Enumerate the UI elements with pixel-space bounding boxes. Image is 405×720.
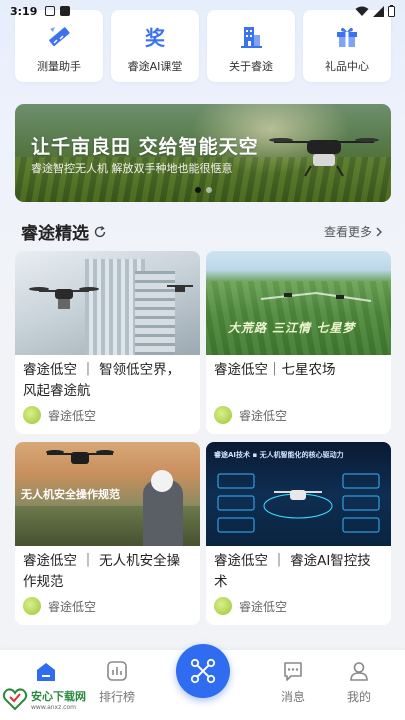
banner-pagination bbox=[195, 187, 212, 193]
nav-messages[interactable]: 消息 bbox=[268, 660, 318, 705]
site-watermark: 安心下载网 www.anxz.com bbox=[2, 686, 86, 712]
article-card[interactable]: 无人机安全操作规范 睿途低空 ｜ 无人机安全操作规范 睿途低空 bbox=[15, 442, 200, 625]
gift-icon bbox=[334, 24, 360, 50]
article-image: 大荒路 三江情 七星梦 bbox=[206, 251, 391, 355]
article-card[interactable]: 大荒路 三江情 七星梦 睿途低空｜七星农场 睿途低空 bbox=[206, 251, 391, 434]
article-card[interactable]: 睿途AI技术 ▪ 无人机智能化的核心驱动力 睿途低空 ｜ 睿途AI智控技术 睿途… bbox=[206, 442, 391, 625]
article-title: 睿途低空｜七星农场 bbox=[214, 362, 336, 378]
heart-logo-icon bbox=[2, 688, 28, 711]
author-avatar bbox=[214, 406, 232, 424]
building-icon bbox=[238, 24, 264, 50]
banner-dot[interactable] bbox=[195, 187, 201, 193]
nav-label: 我的 bbox=[346, 690, 371, 704]
chart-icon bbox=[107, 661, 127, 681]
message-icon bbox=[284, 662, 302, 681]
author-name: 睿途低空 bbox=[48, 599, 97, 614]
article-title: 睿途低空 ｜ 睿途AI智控技术 bbox=[214, 553, 371, 590]
nav-ranking[interactable]: 排行榜 bbox=[92, 660, 142, 705]
article-title: 睿途低空 ｜ 无人机安全操作规范 bbox=[23, 553, 181, 590]
author-avatar bbox=[23, 597, 41, 615]
nav-profile[interactable]: 我的 bbox=[334, 660, 384, 705]
article-image-caption: 睿途AI技术 ▪ 无人机智能化的核心驱动力 bbox=[214, 451, 344, 459]
drone-image bbox=[269, 138, 379, 177]
article-image bbox=[15, 251, 200, 355]
article-card[interactable]: 睿途低空 ｜ 智领低空界，风起睿途航 睿途低空 bbox=[15, 251, 200, 434]
drone-icon bbox=[190, 658, 216, 684]
drone-control-button[interactable] bbox=[176, 644, 230, 698]
banner-dot[interactable] bbox=[206, 187, 212, 193]
view-more-link[interactable]: 查看更多 bbox=[324, 223, 383, 240]
quick-item-label: 关于睿途 bbox=[229, 60, 273, 73]
award-icon: 奖 bbox=[142, 24, 168, 50]
signal-icon bbox=[373, 5, 384, 17]
article-image-caption: 无人机安全操作规范 bbox=[21, 488, 120, 501]
wifi-icon bbox=[355, 6, 369, 16]
refresh-icon[interactable] bbox=[93, 225, 107, 239]
author-name: 睿途低空 bbox=[239, 599, 288, 614]
promo-banner[interactable]: 让千亩良田 交给智能天空 睿途智控无人机 解放双手种地也能很惬意 bbox=[15, 104, 391, 202]
battery-icon bbox=[388, 5, 395, 17]
quick-item-label: 礼品中心 bbox=[325, 60, 369, 73]
article-image: 无人机安全操作规范 bbox=[15, 442, 200, 546]
article-author: 睿途低空 bbox=[214, 597, 287, 615]
featured-section-header: 睿途精选 查看更多 bbox=[21, 219, 383, 244]
notification-icon bbox=[45, 6, 56, 16]
author-name: 睿途低空 bbox=[48, 408, 97, 423]
banner-title: 让千亩良田 交给智能天空 bbox=[31, 136, 259, 158]
section-title: 睿途精选 bbox=[21, 224, 89, 244]
status-bar: 3:19 bbox=[0, 0, 405, 22]
author-avatar bbox=[214, 597, 232, 615]
svg-text:奖: 奖 bbox=[145, 26, 166, 50]
author-avatar bbox=[23, 406, 41, 424]
nav-label: 排行榜 bbox=[98, 690, 135, 704]
article-author: 睿途低空 bbox=[23, 406, 96, 424]
banner-subtitle: 睿途智控无人机 解放双手种地也能很惬意 bbox=[31, 162, 233, 175]
view-more-label: 查看更多 bbox=[323, 225, 372, 239]
watermark-text: 安心下载网 bbox=[31, 689, 86, 703]
chevron-right-icon bbox=[376, 226, 383, 237]
article-image: 睿途AI技术 ▪ 无人机智能化的核心驱动力 bbox=[206, 442, 391, 546]
article-author: 睿途低空 bbox=[23, 597, 96, 615]
status-time: 3:19 bbox=[10, 4, 38, 18]
article-author: 睿途低空 bbox=[214, 406, 287, 424]
user-icon bbox=[350, 662, 368, 681]
ruler-icon bbox=[46, 24, 72, 50]
quick-item-label: 测量助手 bbox=[37, 60, 81, 73]
home-icon bbox=[37, 663, 55, 681]
author-name: 睿途低空 bbox=[239, 408, 288, 423]
watermark-url: www.anxz.com bbox=[31, 703, 76, 711]
app-notification-icon bbox=[60, 6, 71, 16]
article-title: 睿途低空 ｜ 智领低空界，风起睿途航 bbox=[23, 362, 181, 399]
quick-item-label: 睿途AI课堂 bbox=[127, 60, 183, 73]
nav-label: 消息 bbox=[280, 690, 305, 704]
article-image-caption: 大荒路 三江情 七星梦 bbox=[228, 321, 356, 335]
